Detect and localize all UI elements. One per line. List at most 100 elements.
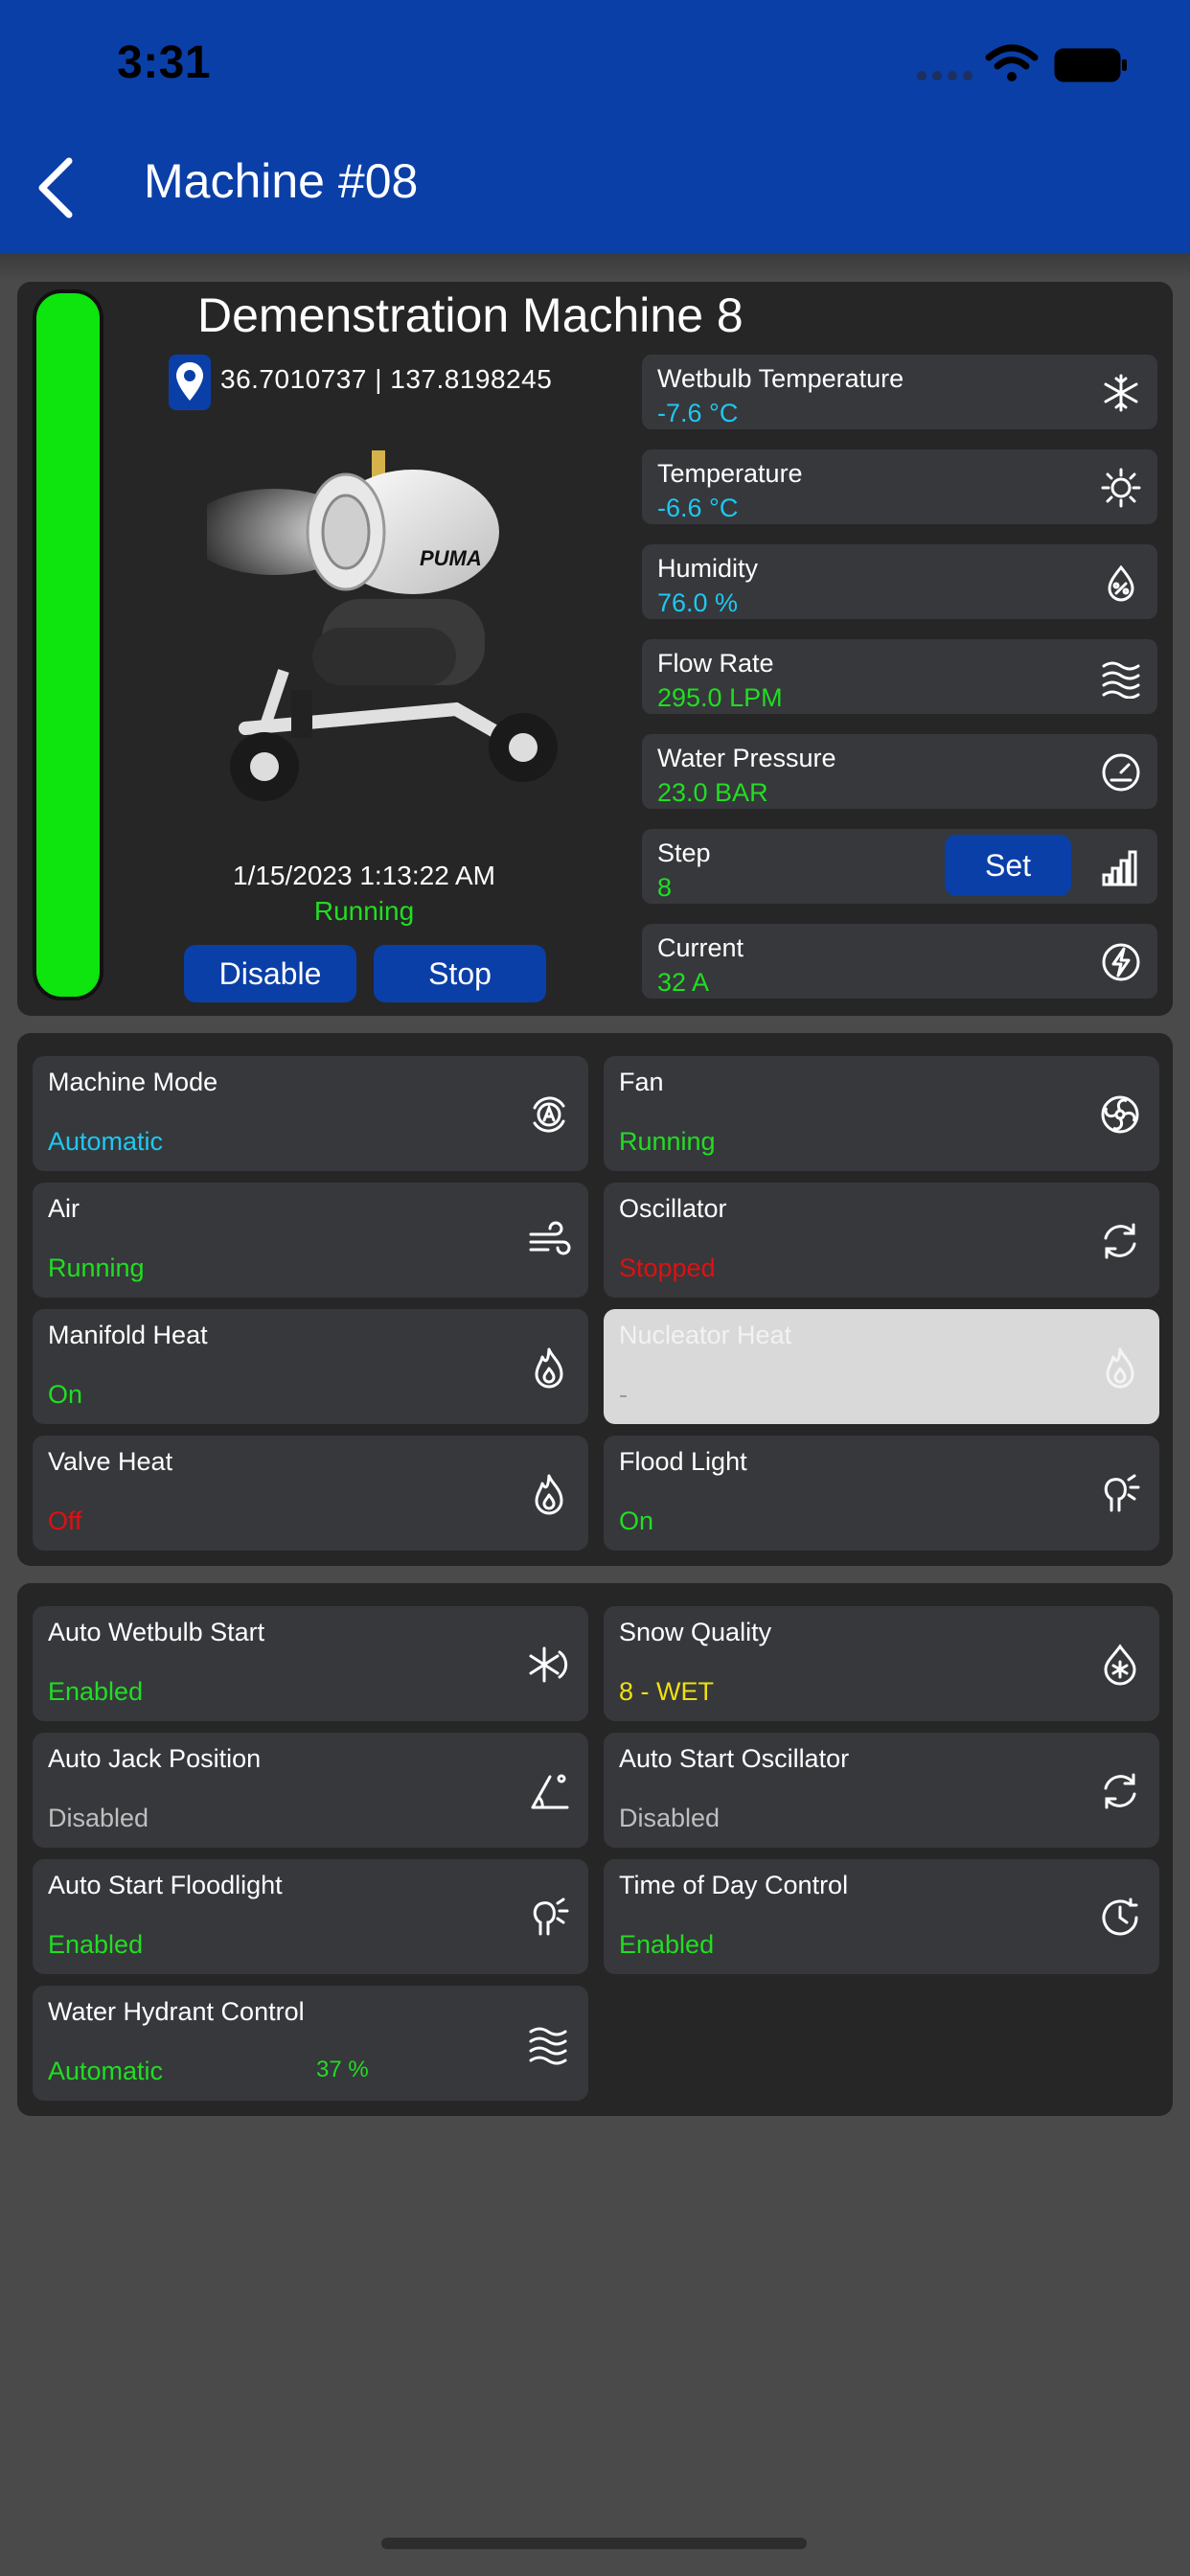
waves-icon: [1102, 661, 1140, 699]
tile-label: Valve Heat: [48, 1447, 173, 1476]
cellular-signal-icon: [917, 71, 973, 80]
tile-label: Time of Day Control: [619, 1871, 849, 1899]
tile-value: Off: [48, 1506, 82, 1535]
stat-value: 23.0 BAR: [657, 778, 768, 807]
stat-temperature: Temperature -6.6 °C: [642, 449, 1157, 524]
tile-auto-wetbulb-start[interactable]: Auto Wetbulb Start Enabled: [33, 1606, 588, 1721]
tile-label: Fan: [619, 1068, 664, 1096]
gauge-icon: [1102, 753, 1140, 792]
auto-mode-icon: [533, 1096, 565, 1133]
tile-value: Enabled: [48, 1677, 144, 1706]
tile-value: Stopped: [619, 1254, 716, 1282]
clock-icon: [1102, 1898, 1138, 1936]
stat-label: Wetbulb Temperature: [657, 364, 904, 393]
tile-fan[interactable]: Fan Running: [604, 1056, 1159, 1171]
tile-value: On: [48, 1380, 83, 1409]
stat-label: Current: [657, 933, 744, 962]
waves-icon: [529, 2027, 567, 2065]
stat-water-pressure: Water Pressure 23.0 BAR: [642, 734, 1157, 809]
tile-machine-mode[interactable]: Machine Mode Automatic: [33, 1056, 588, 1171]
tile-value: -: [619, 1380, 628, 1409]
disable-button[interactable]: Disable: [184, 945, 356, 1002]
stat-label: Step: [657, 839, 711, 867]
tile-label: Auto Wetbulb Start: [48, 1618, 265, 1646]
tile-manifold-heat[interactable]: Manifold Heat On: [33, 1309, 588, 1424]
tile-air[interactable]: Air Running: [33, 1183, 588, 1298]
tile-label: Auto Jack Position: [48, 1744, 262, 1773]
tile-label: Machine Mode: [48, 1068, 218, 1096]
tile-value: Enabled: [619, 1930, 715, 1959]
gps-coordinates: 36.7010737 | 137.8198245: [220, 364, 553, 394]
tile-label: Water Hydrant Control: [48, 1997, 305, 2026]
stop-button[interactable]: Stop: [374, 945, 546, 1002]
floodlight-icon: [1104, 1474, 1140, 1512]
tile-time-of-day-control[interactable]: Time of Day Control Enabled: [604, 1859, 1159, 1974]
snow-drop-icon: [1104, 1644, 1136, 1686]
machine-brand-logo: PUMA: [420, 546, 482, 570]
tile-auto-start-floodlight[interactable]: Auto Start Floodlight Enabled: [33, 1859, 588, 1974]
tile-auto-start-oscillator[interactable]: Auto Start Oscillator Disabled: [604, 1733, 1159, 1848]
stat-label: Flow Rate: [657, 649, 774, 678]
tile-oscillator[interactable]: Oscillator Stopped: [604, 1183, 1159, 1298]
stat-current: Current 32 A: [642, 924, 1157, 999]
set-step-button[interactable]: Set: [945, 835, 1071, 896]
bar-signal-icon: [1102, 850, 1137, 886]
page-title: Machine #08: [144, 154, 419, 208]
stat-label: Humidity: [657, 554, 759, 583]
location-pin-icon[interactable]: [169, 355, 211, 410]
tile-label: Auto Start Oscillator: [619, 1744, 850, 1773]
tile-label: Air: [48, 1194, 80, 1223]
tile-value: Running: [48, 1254, 145, 1282]
tile-value: Enabled: [48, 1930, 144, 1959]
tile-auto-jack-position[interactable]: Auto Jack Position Disabled: [33, 1733, 588, 1848]
stat-label: Water Pressure: [657, 744, 836, 772]
tile-label: Nucleator Heat: [619, 1321, 792, 1349]
tile-value: Automatic: [48, 1127, 164, 1156]
flame-icon: [1106, 1347, 1134, 1389]
tile-valve-heat[interactable]: Valve Heat Off: [33, 1436, 588, 1551]
stat-value: -6.6 °C: [657, 494, 739, 522]
tile-snow-quality[interactable]: Snow Quality 8 - WET: [604, 1606, 1159, 1721]
back-chevron-icon[interactable]: [33, 153, 80, 220]
machine-name: Demenstration Machine 8: [197, 288, 744, 342]
last-updated-timestamp: 1/15/2023 1:13:22 AM: [233, 861, 495, 890]
stat-value: 76.0 %: [657, 588, 739, 617]
snow-start-icon: [529, 1646, 568, 1683]
wifi-icon: [985, 44, 1039, 81]
tile-flood-light[interactable]: Flood Light On: [604, 1436, 1159, 1551]
status-time: 3:31: [117, 37, 212, 88]
snowflake-icon: [1104, 374, 1138, 412]
stat-value: 295.0 LPM: [657, 683, 783, 712]
stat-value: 32 A: [657, 968, 710, 997]
tile-label: Snow Quality: [619, 1618, 772, 1646]
stat-wetbulb-temperature: Wetbulb Temperature -7.6 °C: [642, 355, 1157, 429]
angle-icon: [531, 1774, 569, 1809]
sun-snow-icon: [1101, 468, 1141, 508]
lightning-icon: [1102, 943, 1140, 981]
rotate-icon: [1104, 1773, 1136, 1809]
humidity-icon: [1108, 564, 1134, 602]
flame-icon: [535, 1474, 563, 1515]
machine-run-state: Running: [313, 896, 415, 926]
stat-step: Step 8 Set: [642, 829, 1157, 904]
stat-label: Temperature: [657, 459, 803, 488]
tile-value: 8 - WET: [619, 1677, 714, 1706]
home-indicator[interactable]: [381, 2538, 807, 2549]
stat-flow-rate: Flow Rate 295.0 LPM: [642, 639, 1157, 714]
tile-value: Running: [619, 1127, 716, 1156]
stat-value: 8: [657, 873, 673, 902]
floodlight-icon: [533, 1898, 569, 1936]
tile-value: Automatic: [48, 2057, 164, 2085]
machine-status-indicator: [33, 289, 103, 1000]
wind-icon: [529, 1221, 571, 1255]
tile-value: Disabled: [48, 1804, 149, 1832]
tile-nucleator-heat[interactable]: Nucleator Heat -: [604, 1309, 1159, 1424]
hydrant-percentage: 37 %: [316, 2057, 369, 2082]
tile-label: Auto Start Floodlight: [48, 1871, 283, 1899]
stat-humidity: Humidity 76.0 %: [642, 544, 1157, 619]
header-shadow: [0, 254, 1190, 281]
tile-water-hydrant-control[interactable]: Water Hydrant Control Automatic 37 %: [33, 1986, 588, 2101]
tile-value: Disabled: [619, 1804, 721, 1832]
tile-label: Manifold Heat: [48, 1321, 208, 1349]
rotate-icon: [1104, 1223, 1136, 1259]
